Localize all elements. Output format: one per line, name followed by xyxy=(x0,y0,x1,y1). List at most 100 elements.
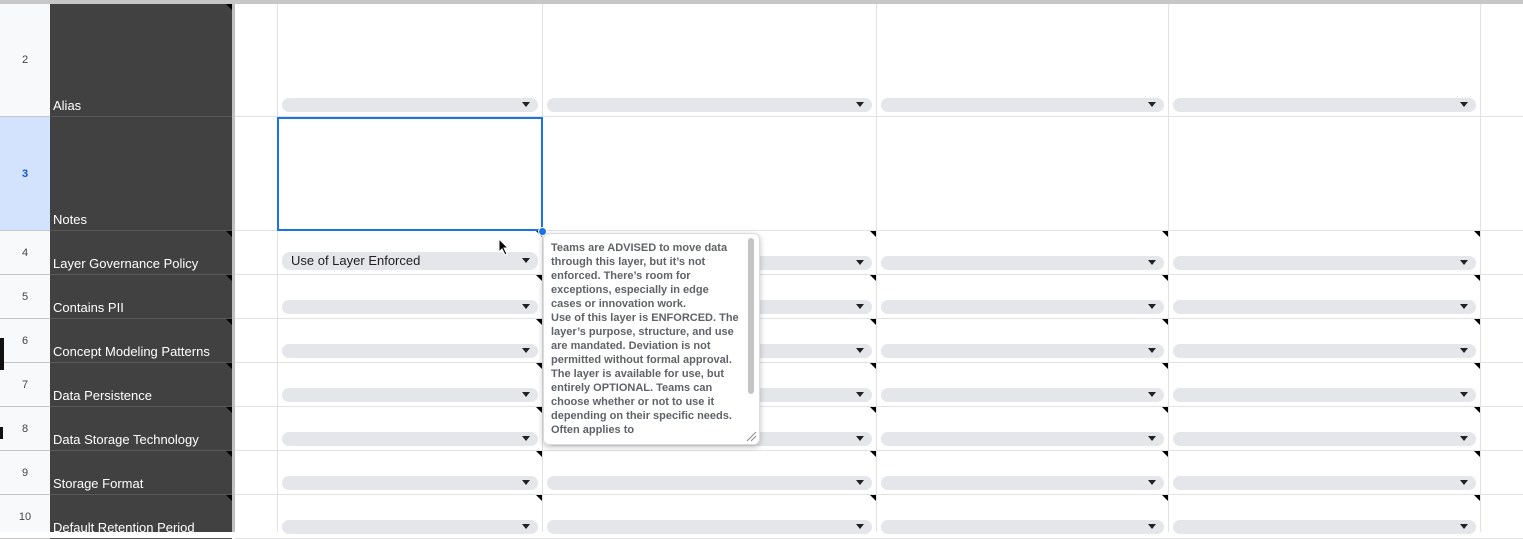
row-number[interactable]: 3 xyxy=(0,117,50,231)
popup-scrollbar[interactable] xyxy=(748,238,754,394)
dropdown-chip[interactable] xyxy=(282,300,538,314)
row-header-label: Concept Modeling Patterns xyxy=(53,344,210,359)
row-gridline xyxy=(235,450,1523,451)
dropdown-caret-icon[interactable] xyxy=(1148,392,1156,397)
dropdown-caret-icon[interactable] xyxy=(522,258,530,263)
row-number[interactable]: 5 xyxy=(0,275,50,319)
popup-paragraph-enforced: Use of this layer is ENFORCED. The layer… xyxy=(551,312,739,366)
dropdown-caret-icon[interactable] xyxy=(522,480,530,485)
resize-handle-icon[interactable] xyxy=(745,430,757,442)
row-number[interactable]: 8 xyxy=(0,407,50,451)
dropdown-chip[interactable] xyxy=(881,344,1164,358)
dropdown-caret-icon[interactable] xyxy=(1148,348,1156,353)
column-gridline xyxy=(1480,4,1481,532)
row-number[interactable]: 9 xyxy=(0,451,50,495)
row-header-cell[interactable]: Layer Governance Policy xyxy=(50,231,232,275)
dropdown-value: Use of Layer Enforced xyxy=(291,253,421,268)
dropdown-chip[interactable] xyxy=(1173,432,1476,446)
dropdown-chip[interactable] xyxy=(282,388,538,402)
row-number[interactable]: 10 xyxy=(0,495,50,539)
dropdown-caret-icon[interactable] xyxy=(1148,524,1156,529)
row-header-cell[interactable]: Concept Modeling Patterns xyxy=(50,319,232,363)
row-header-cell[interactable]: Alias xyxy=(50,4,232,117)
dropdown-caret-icon[interactable] xyxy=(1148,436,1156,441)
row-header-cell[interactable]: Notes xyxy=(50,117,232,231)
edge-artifact xyxy=(0,427,3,439)
column-gridline xyxy=(1168,4,1169,532)
dropdown-caret-icon[interactable] xyxy=(856,524,864,529)
row-header-label: Data Storage Technology xyxy=(53,432,199,447)
dropdown-caret-icon[interactable] xyxy=(1460,304,1468,309)
dropdown-chip[interactable] xyxy=(881,476,1164,490)
row-header-label: Contains PII xyxy=(53,300,124,315)
dropdown-caret-icon[interactable] xyxy=(1148,304,1156,309)
row-number[interactable]: 4 xyxy=(0,231,50,275)
dropdown-caret-icon[interactable] xyxy=(522,348,530,353)
dropdown-caret-icon[interactable] xyxy=(1460,524,1468,529)
row-header-cell[interactable]: Data Persistence xyxy=(50,363,232,407)
dropdown-chip[interactable] xyxy=(881,388,1164,402)
dropdown-caret-icon[interactable] xyxy=(1148,260,1156,265)
dropdown-caret-icon[interactable] xyxy=(1460,348,1468,353)
row-header-cell[interactable]: Storage Format xyxy=(50,451,232,495)
dropdown-caret-icon[interactable] xyxy=(856,260,864,265)
dropdown-caret-icon[interactable] xyxy=(1148,102,1156,107)
dropdown-caret-icon[interactable] xyxy=(522,436,530,441)
dropdown-chip[interactable] xyxy=(282,344,538,358)
dropdown-caret-icon[interactable] xyxy=(856,480,864,485)
dropdown-chip[interactable] xyxy=(282,476,538,490)
row-gridline xyxy=(235,494,1523,495)
dropdown-chip[interactable] xyxy=(1173,300,1476,314)
dropdown-chip[interactable] xyxy=(881,256,1164,270)
dropdown-caret-icon[interactable] xyxy=(1460,436,1468,441)
row-gridline xyxy=(235,406,1523,407)
row-gridline xyxy=(235,362,1523,363)
selected-cell[interactable] xyxy=(277,117,543,231)
dropdown-caret-icon[interactable] xyxy=(1460,102,1468,107)
row-header-label: Alias xyxy=(53,98,82,113)
row-gridline xyxy=(235,274,1523,275)
dropdown-chip[interactable] xyxy=(881,98,1164,112)
row-header-label: Layer Governance Policy xyxy=(53,256,199,271)
row-header-label: Storage Format xyxy=(53,476,144,491)
dropdown-caret-icon[interactable] xyxy=(1460,480,1468,485)
row-header-label: Notes xyxy=(53,212,87,227)
dropdown-caret-icon[interactable] xyxy=(1460,260,1468,265)
dropdown-caret-icon[interactable] xyxy=(522,304,530,309)
row-number[interactable]: 6 xyxy=(0,319,50,363)
dropdown-caret-icon[interactable] xyxy=(522,102,530,107)
dropdown-chip[interactable] xyxy=(1173,476,1476,490)
dropdown-caret-icon[interactable] xyxy=(856,348,864,353)
row-header-cell[interactable]: Data Storage Technology xyxy=(50,407,232,451)
popup-paragraph-advised: Teams are ADVISED to move data through t… xyxy=(551,242,728,310)
dropdown-chip[interactable] xyxy=(1173,256,1476,270)
freeze-divider[interactable] xyxy=(232,4,235,532)
dropdown-caret-icon[interactable] xyxy=(856,304,864,309)
dropdown-chip[interactable] xyxy=(1173,344,1476,358)
dropdown-caret-icon[interactable] xyxy=(522,524,530,529)
dropdown-chip[interactable] xyxy=(547,98,872,112)
dropdown-caret-icon[interactable] xyxy=(1148,480,1156,485)
row-number-column: 2 3 4 5 6 7 8 9 10 xyxy=(0,4,51,539)
row-number[interactable]: 7 xyxy=(0,363,50,407)
dropdown-chip[interactable] xyxy=(547,476,872,490)
dropdown-caret-icon[interactable] xyxy=(522,392,530,397)
dropdown-chip[interactable] xyxy=(282,98,538,112)
dropdown-chip[interactable] xyxy=(282,432,538,446)
row-header-cell[interactable]: Default Retention Period xyxy=(50,495,232,539)
dropdown-caret-icon[interactable] xyxy=(1460,392,1468,397)
mouse-pointer-icon xyxy=(498,238,510,256)
dropdown-caret-icon[interactable] xyxy=(856,436,864,441)
row-gridline xyxy=(235,318,1523,319)
dropdown-help-popup: Teams are ADVISED to move data through t… xyxy=(543,233,760,445)
dropdown-caret-icon[interactable] xyxy=(856,392,864,397)
dropdown-chip[interactable] xyxy=(881,300,1164,314)
dropdown-caret-icon[interactable] xyxy=(856,102,864,107)
row-number[interactable]: 2 xyxy=(0,4,50,117)
dropdown-chip[interactable] xyxy=(881,432,1164,446)
dropdown-chip[interactable] xyxy=(1173,98,1476,112)
dropdown-chip[interactable] xyxy=(1173,388,1476,402)
popup-paragraph-optional: The layer is available for use, but enti… xyxy=(551,368,732,436)
row-header-cell[interactable]: Contains PII xyxy=(50,275,232,319)
edge-artifact xyxy=(0,338,4,370)
